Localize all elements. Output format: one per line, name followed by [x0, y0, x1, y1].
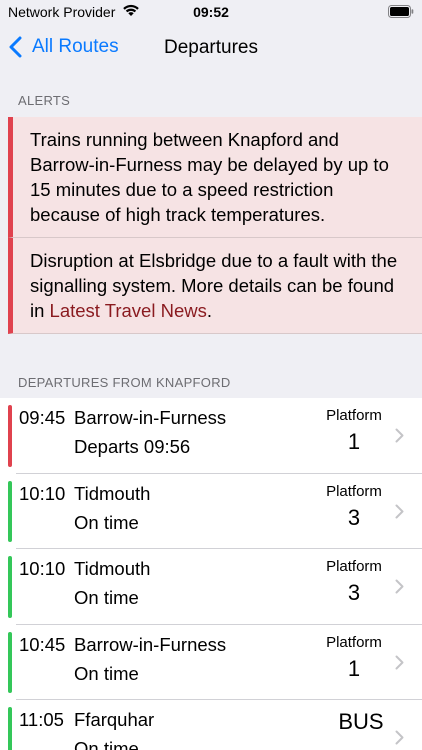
chevron-right-icon: [395, 730, 404, 745]
departure-row[interactable]: 10:45 Barrow-in-Furness On time Platform…: [0, 624, 422, 700]
platform-number: 1: [347, 429, 361, 454]
departure-status: Departs 09:56: [74, 436, 191, 457]
page-title: Departures: [164, 37, 258, 58]
departure-status: On time: [74, 738, 139, 750]
platform-label: Platform: [326, 407, 382, 424]
alert-text: Trains running between Knapford and Barr…: [30, 129, 389, 225]
destination: Tidmouth: [74, 558, 151, 579]
departure-row[interactable]: 10:10 Tidmouth On time Platform 3: [0, 473, 422, 549]
platform-number: 3: [347, 504, 361, 530]
departures-section-header: DEPARTURES FROM KNAPFORD: [18, 375, 231, 390]
chevron-right-icon: [395, 655, 404, 669]
navigation-bar: All Routes Departures: [0, 24, 422, 74]
status-indicator-bar: [8, 556, 12, 618]
platform-number: 3: [347, 580, 361, 605]
alert-item: Disruption at Elsbridge due to a fault w…: [8, 238, 422, 334]
destination: Ffarquhar: [74, 709, 155, 730]
departure-time: 10:10: [19, 558, 66, 579]
departure-row[interactable]: 11:05 Ffarquhar On time BUS: [0, 700, 422, 750]
status-indicator-bar: [8, 405, 12, 467]
status-indicator-bar: [8, 707, 12, 750]
platform-label: Platform: [326, 558, 382, 575]
bus-replacement-badge: BUS: [338, 709, 384, 734]
platform-label: Platform: [326, 482, 382, 500]
battery-icon: [388, 5, 414, 21]
status-bar: Network Provider 09:52: [0, 0, 422, 24]
status-indicator-bar: [8, 480, 12, 542]
destination: Tidmouth: [74, 482, 151, 504]
platform-label: Platform: [326, 633, 382, 651]
departure-row[interactable]: 10:10 Tidmouth On time Platform 3: [0, 549, 422, 625]
departure-status: On time: [74, 587, 139, 608]
departure-time: 10:45: [19, 633, 66, 655]
latest-travel-news-link[interactable]: Latest Travel News: [50, 300, 207, 321]
chevron-right-icon: [395, 579, 404, 594]
platform-number: 1: [347, 655, 361, 681]
chevron-right-icon: [395, 504, 404, 518]
departure-row[interactable]: 09:45 Barrow-in-Furness Departs 09:56 Pl…: [0, 398, 422, 474]
departure-time: 11:05: [19, 709, 64, 730]
departure-time: 09:45: [19, 407, 66, 428]
departure-time: 10:10: [19, 482, 66, 504]
departure-status: On time: [74, 662, 139, 684]
destination: Barrow-in-Furness: [74, 407, 227, 428]
alerts-list: Trains running between Knapford and Barr…: [0, 117, 422, 334]
alert-item: Trains running between Knapford and Barr…: [8, 117, 422, 238]
alert-text-end: .: [206, 300, 213, 321]
status-time: 09:52: [193, 4, 229, 20]
chevron-right-icon: [395, 428, 404, 443]
departures-list: 09:45 Barrow-in-Furness Departs 09:56 Pl…: [0, 398, 422, 750]
departure-status: On time: [74, 511, 139, 533]
alerts-section-header: ALERTS: [18, 93, 71, 108]
destination: Barrow-in-Furness: [74, 633, 227, 655]
status-indicator-bar: [8, 631, 12, 693]
